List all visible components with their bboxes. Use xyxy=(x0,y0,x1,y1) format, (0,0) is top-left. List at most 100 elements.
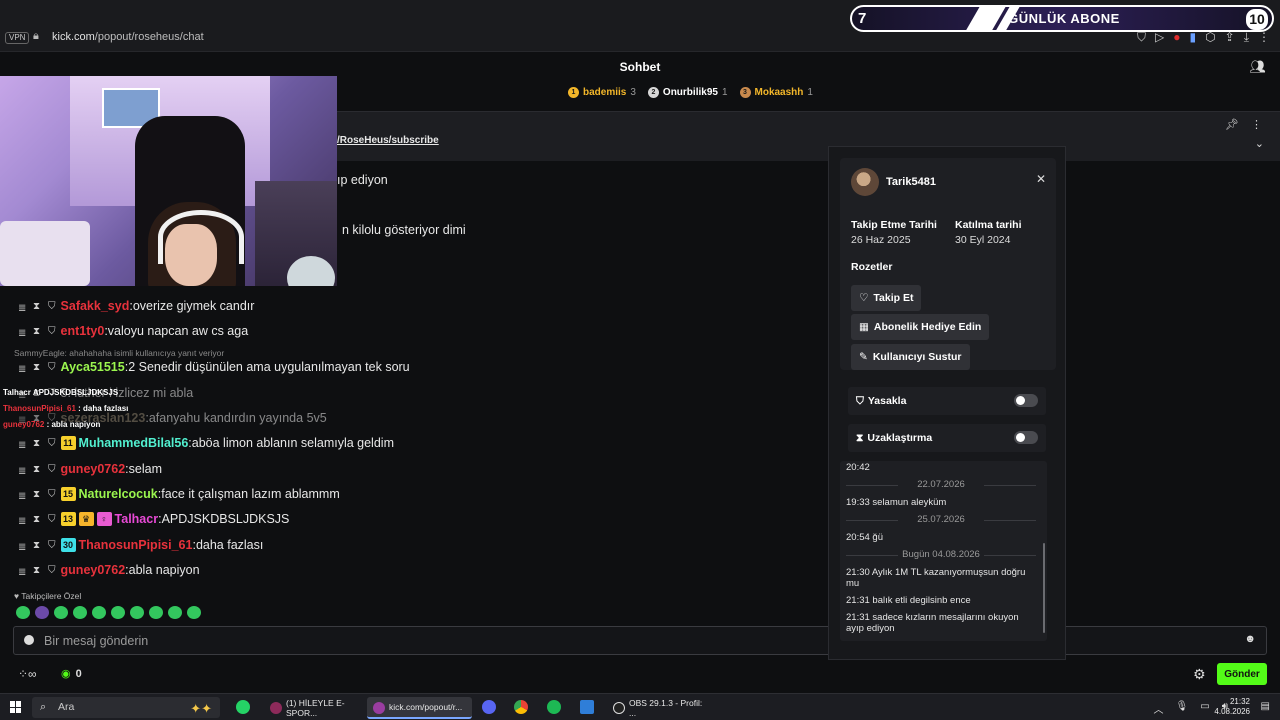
chat-message[interactable]: ≣ ⧗ ⛉ guney0762: abla napiyon xyxy=(18,563,200,578)
taskbar-clock[interactable]: 21:32 4.08.2026 xyxy=(1214,697,1250,717)
timeout-icon[interactable]: ⧗ xyxy=(33,514,40,525)
history-scrollbar[interactable] xyxy=(1043,543,1045,633)
chat-message[interactable]: ≣ ⧗ ⛉ 11 MuhammedBilal56: aböa limon ablanın… xyxy=(18,436,394,451)
chat-username[interactable]: guney0762 xyxy=(61,563,126,577)
timeout-icon[interactable]: ⧗ xyxy=(33,326,40,337)
record-icon[interactable]: ● xyxy=(1173,30,1180,45)
channel-points[interactable]: ◉ 0 xyxy=(61,667,82,680)
chat-message[interactable]: ≣ ⧗ ⛉ Ayca51515: 2 Senedir düşünülen ama uy… xyxy=(18,360,410,375)
chat-username[interactable]: guney0762 xyxy=(61,462,126,476)
mod-menu-icon[interactable]: ≣ xyxy=(18,542,26,553)
chat-message[interactable]: ≣ ⧗ ⛉ ent1ty0: valoyu napcan aw cs aga xyxy=(18,324,248,339)
emote-icon[interactable] xyxy=(130,606,144,619)
chrome-icon[interactable] xyxy=(514,700,528,714)
emote-icon[interactable] xyxy=(73,606,87,619)
shield-icon[interactable]: ⛉ xyxy=(1137,30,1146,45)
emote-icon[interactable] xyxy=(149,606,163,619)
emote-icon[interactable] xyxy=(54,606,68,619)
vpn-badge[interactable]: VPN xyxy=(5,32,30,44)
spotify-icon[interactable] xyxy=(547,700,561,714)
popup-username[interactable]: Tarik5481 xyxy=(886,176,936,188)
taskbar-app[interactable]: OBS 29.1.3 - Profil: ... xyxy=(607,697,707,719)
timeout-icon[interactable]: ⧗ xyxy=(33,540,40,551)
ban-icon[interactable]: ⛉ xyxy=(48,438,56,449)
mod-menu-icon[interactable]: ≣ xyxy=(18,491,26,502)
stats-icon[interactable]: ▮ xyxy=(1190,30,1197,45)
emote-icon[interactable] xyxy=(16,606,30,619)
whatsapp-icon[interactable] xyxy=(236,700,250,714)
extensions-icon[interactable]: ⬡ xyxy=(1205,30,1215,45)
taskbar-app[interactable]: (1) HİLEYLE E-SPOR... xyxy=(264,697,362,719)
chat-username[interactable]: Talhacr xyxy=(115,512,159,526)
mute-user-button[interactable]: ✎ Kullanıcıyı Sustur xyxy=(851,344,970,370)
emoji-icon[interactable]: ☻ xyxy=(1244,633,1256,645)
leaderboard-item[interactable]: 1 bademiis 3 xyxy=(568,87,636,98)
timeout-icon[interactable]: ⧗ xyxy=(33,362,40,373)
chat-username[interactable]: Ayca51515 xyxy=(61,360,125,374)
chat-message[interactable]: ≣ ⧗ ⛉ 15 Naturelcocuk: face it çalışman lazı… xyxy=(18,487,340,502)
ban-icon[interactable]: ⛉ xyxy=(48,326,56,337)
gear-icon[interactable]: ⚙ xyxy=(1193,666,1206,683)
ban-icon[interactable]: ⛉ xyxy=(48,489,56,500)
chat-identity-icon[interactable] xyxy=(24,635,34,645)
windows-start-icon[interactable] xyxy=(10,701,22,713)
timeout-icon[interactable]: ⧗ xyxy=(33,438,40,449)
mod-menu-icon[interactable]: ≣ xyxy=(18,466,26,477)
store-icon[interactable] xyxy=(580,700,594,714)
chat-message[interactable]: ≣ ⧗ ⛉ guney0762: selam xyxy=(18,462,162,477)
ban-icon[interactable]: ⛉ xyxy=(48,514,56,525)
chat-username[interactable]: ThanosunPipisi_61 xyxy=(79,538,193,552)
taskbar-app[interactable]: kick.com/popout/r... xyxy=(367,697,472,719)
timeout-icon[interactable]: ⧗ xyxy=(33,489,40,500)
ban-toggle[interactable] xyxy=(1014,394,1038,407)
gift-sub-button[interactable]: ▦ Abonelik Hediye Edin xyxy=(851,314,990,340)
pin-icon[interactable]: 📌︎ xyxy=(1225,118,1239,131)
emote-icon[interactable] xyxy=(111,606,125,619)
mod-menu-icon[interactable]: ≣ xyxy=(18,440,26,451)
chat-message[interactable]: ≣ ⧗ ⛉ 30 ThanosunPipisi_61: daha fazlası xyxy=(18,538,263,553)
download-icon[interactable]: ⤓ xyxy=(1244,30,1249,45)
leaderboard-item[interactable]: 3 Mokaashh 1 xyxy=(739,87,813,98)
share-icon[interactable]: ⇪ xyxy=(1225,30,1235,45)
emote-icon[interactable] xyxy=(35,606,49,619)
chevron-up-icon[interactable]: ︿ xyxy=(1154,701,1164,716)
chat-username[interactable]: ent1ty0 xyxy=(61,324,105,338)
user-list-icon[interactable]: 👥︎ xyxy=(1249,59,1266,75)
chat-message[interactable]: ≣ ⧗ ⛉ Safakk_syd: overize giymek candır xyxy=(18,299,254,314)
lock-icon[interactable]: 🔒︎ xyxy=(33,30,39,43)
mod-menu-icon[interactable]: ≣ xyxy=(18,364,26,375)
ban-icon[interactable]: ⛉ xyxy=(48,540,56,551)
chat-username[interactable]: MuhammedBilal56 xyxy=(79,436,189,450)
more-icon[interactable]: ⋮ xyxy=(1251,118,1262,131)
network-icon[interactable]: ▭ xyxy=(1200,701,1209,716)
follow-button[interactable]: ♡ Takip Et xyxy=(851,285,922,311)
timeout-icon[interactable]: ⧗ xyxy=(33,565,40,576)
infinity-icon[interactable]: ⁘∞ xyxy=(18,667,37,681)
ban-icon[interactable]: ⛉ xyxy=(48,464,56,475)
ban-icon[interactable]: ⛉ xyxy=(48,565,56,576)
mod-menu-icon[interactable]: ≣ xyxy=(18,567,26,578)
chat-username[interactable]: Naturelcocuk xyxy=(79,487,158,501)
chat-message[interactable]: ≣ ⧗ ⛉ 13 ♛ ♀ Talhacr: APDJSKDBSLJDKSJS xyxy=(18,512,289,527)
emote-icon[interactable] xyxy=(168,606,182,619)
mod-menu-icon[interactable]: ≣ xyxy=(18,328,26,339)
taskbar-search[interactable]: ⌕ Ara ✦✦ xyxy=(32,697,220,718)
ban-icon[interactable]: ⛉ xyxy=(48,301,56,312)
send-button[interactable]: Gönder xyxy=(1217,663,1267,685)
mod-menu-icon[interactable]: ≣ xyxy=(18,303,26,314)
emote-icon[interactable] xyxy=(187,606,201,619)
menu-icon[interactable]: ⋮ xyxy=(1258,30,1270,45)
discord-icon[interactable] xyxy=(482,700,496,714)
ban-icon[interactable]: ⛉ xyxy=(48,362,56,373)
timeout-icon[interactable]: ⧗ xyxy=(33,464,40,475)
close-icon[interactable]: ✕ xyxy=(1036,172,1046,186)
emote-icon[interactable] xyxy=(92,606,106,619)
address-bar[interactable]: kick.com/popout/roseheus/chat xyxy=(52,31,204,43)
leaderboard-item[interactable]: 2 Onurbilik95 1 xyxy=(647,87,728,98)
timeout-icon[interactable]: ⧗ xyxy=(33,301,40,312)
subscribe-link[interactable]: /RoseHeus/subscribe xyxy=(337,135,439,146)
notification-icon[interactable]: ▤ xyxy=(1261,701,1270,712)
mic-icon[interactable]: 🎙︎ xyxy=(1176,701,1189,716)
chevron-down-icon[interactable]: ⌄ xyxy=(1255,137,1264,150)
play-icon[interactable]: ▷ xyxy=(1155,30,1164,45)
